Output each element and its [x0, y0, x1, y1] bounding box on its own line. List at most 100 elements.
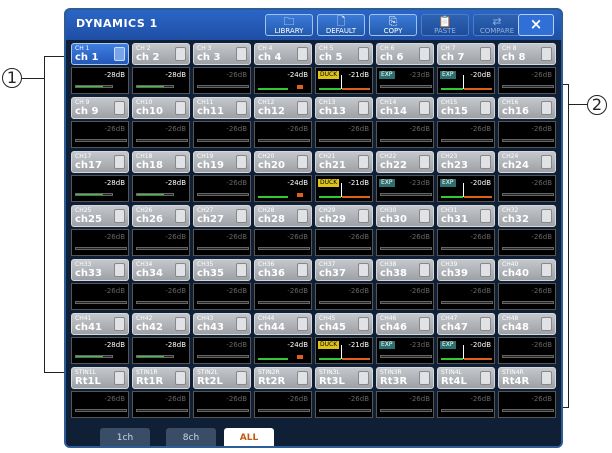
dynamics-meter[interactable]: -26dB — [254, 121, 312, 148]
channel-select-button[interactable]: CH11 ch11 — [193, 97, 251, 119]
dynamics-meter[interactable]: -26dB — [498, 337, 556, 364]
dynamics-meter[interactable]: -26dB — [254, 391, 312, 418]
channel-select-button[interactable]: CH23 ch23 — [437, 151, 495, 173]
dynamics-meter[interactable]: -26dB — [71, 283, 129, 310]
dynamics-meter[interactable]: -26dB — [254, 283, 312, 310]
channel-select-button[interactable]: CH 1 ch 1 — [71, 43, 129, 65]
dynamics-meter[interactable]: -26dB — [437, 229, 495, 256]
dynamics-meter[interactable]: -26dB — [376, 283, 434, 310]
dynamics-meter[interactable]: -26dB — [193, 337, 251, 364]
channel-select-button[interactable]: CH40 ch40 — [498, 259, 556, 281]
channel-select-button[interactable]: CH38 ch38 — [376, 259, 434, 281]
channel-select-button[interactable]: STIN4L Rt4L — [437, 367, 495, 389]
channel-select-button[interactable]: CH28 ch28 — [254, 205, 312, 227]
channel-select-button[interactable]: CH33 ch33 — [71, 259, 129, 281]
dynamics-meter[interactable]: -26dB — [132, 229, 190, 256]
channel-select-button[interactable]: CH34 ch34 — [132, 259, 190, 281]
channel-select-button[interactable]: STIN4R Rt4R — [498, 367, 556, 389]
dynamics-meter[interactable]: -28dB — [132, 337, 190, 364]
dynamics-meter[interactable]: -26dB — [376, 229, 434, 256]
dynamics-meter[interactable]: -26dB — [193, 121, 251, 148]
channel-select-button[interactable]: CH25 ch25 — [71, 205, 129, 227]
channel-select-button[interactable]: CH 7 ch 7 — [437, 43, 495, 65]
channel-select-button[interactable]: CH16 ch16 — [498, 97, 556, 119]
channel-select-button[interactable]: CH 5 ch 5 — [315, 43, 373, 65]
dynamics-meter[interactable]: -26dB — [498, 391, 556, 418]
dynamics-meter[interactable]: -26dB — [498, 121, 556, 148]
channel-select-button[interactable]: CH35 ch35 — [193, 259, 251, 281]
channel-select-button[interactable]: STIN1R Rt1R — [132, 367, 190, 389]
channel-select-button[interactable]: CH31 ch31 — [437, 205, 495, 227]
channel-select-button[interactable]: CH42 ch42 — [132, 313, 190, 335]
channel-select-button[interactable]: CH13 ch13 — [315, 97, 373, 119]
compare-button[interactable]: ⇄ COMPARE — [473, 14, 521, 36]
channel-select-button[interactable]: STIN1L Rt1L — [71, 367, 129, 389]
dynamics-meter[interactable]: EXP -23dB — [376, 67, 434, 94]
channel-select-button[interactable]: CH48 ch48 — [498, 313, 556, 335]
copy-button[interactable]: ⎘ COPY — [369, 14, 417, 36]
dynamics-meter[interactable]: -26dB — [132, 121, 190, 148]
channel-select-button[interactable]: STIN3R Rt3R — [376, 367, 434, 389]
dynamics-meter[interactable]: DUCK -21dB — [315, 67, 373, 94]
dynamics-meter[interactable]: -26dB — [315, 229, 373, 256]
channel-select-button[interactable]: CH12 ch12 — [254, 97, 312, 119]
channel-select-button[interactable]: CH30 ch30 — [376, 205, 434, 227]
channel-select-button[interactable]: CH26 ch26 — [132, 205, 190, 227]
channel-select-button[interactable]: CH 9 ch 9 — [71, 97, 129, 119]
dynamics-meter[interactable]: -26dB — [71, 391, 129, 418]
dynamics-meter[interactable]: -26dB — [376, 391, 434, 418]
channel-select-button[interactable]: CH18 ch18 — [132, 151, 190, 173]
dynamics-meter[interactable]: EXP -20dB — [437, 175, 495, 202]
channel-select-button[interactable]: STIN3L Rt3L — [315, 367, 373, 389]
dynamics-meter[interactable]: -28dB — [71, 175, 129, 202]
dynamics-meter[interactable]: -28dB — [71, 67, 129, 94]
channel-select-button[interactable]: CH45 ch45 — [315, 313, 373, 335]
channel-select-button[interactable]: CH14 ch14 — [376, 97, 434, 119]
channel-select-button[interactable]: CH36 ch36 — [254, 259, 312, 281]
dynamics-meter[interactable]: -26dB — [193, 175, 251, 202]
tab-8ch[interactable]: 8ch — [166, 428, 216, 446]
dynamics-meter[interactable]: -26dB — [193, 391, 251, 418]
dynamics-meter[interactable]: -26dB — [437, 121, 495, 148]
channel-select-button[interactable]: CH32 ch32 — [498, 205, 556, 227]
dynamics-meter[interactable]: -26dB — [376, 121, 434, 148]
channel-select-button[interactable]: CH21 ch21 — [315, 151, 373, 173]
dynamics-meter[interactable]: -26dB — [498, 67, 556, 94]
channel-select-button[interactable]: CH41 ch41 — [71, 313, 129, 335]
dynamics-meter[interactable]: -26dB — [193, 229, 251, 256]
default-button[interactable]: 🗋 DEFAULT — [317, 14, 365, 36]
channel-select-button[interactable]: CH17 ch17 — [71, 151, 129, 173]
channel-select-button[interactable]: CH19 ch19 — [193, 151, 251, 173]
dynamics-meter[interactable]: -26dB — [193, 283, 251, 310]
channel-select-button[interactable]: CH 3 ch 3 — [193, 43, 251, 65]
channel-select-button[interactable]: CH29 ch29 — [315, 205, 373, 227]
dynamics-meter[interactable]: -26dB — [498, 283, 556, 310]
channel-select-button[interactable]: CH 4 ch 4 — [254, 43, 312, 65]
dynamics-meter[interactable]: -28dB — [71, 337, 129, 364]
dynamics-meter[interactable]: -24dB — [254, 337, 312, 364]
dynamics-meter[interactable]: -26dB — [315, 283, 373, 310]
dynamics-meter[interactable]: -26dB — [71, 229, 129, 256]
channel-select-button[interactable]: CH20 ch20 — [254, 151, 312, 173]
dynamics-meter[interactable]: -26dB — [132, 391, 190, 418]
dynamics-meter[interactable]: -24dB — [254, 67, 312, 94]
dynamics-meter[interactable]: -26dB — [71, 121, 129, 148]
channel-select-button[interactable]: CH22 ch22 — [376, 151, 434, 173]
dynamics-meter[interactable]: -26dB — [315, 391, 373, 418]
library-button[interactable]: 🗀 LIBRARY — [265, 14, 313, 36]
channel-select-button[interactable]: CH10 ch10 — [132, 97, 190, 119]
channel-select-button[interactable]: CH43 ch43 — [193, 313, 251, 335]
dynamics-meter[interactable]: -26dB — [193, 67, 251, 94]
channel-select-button[interactable]: STIN2L Rt2L — [193, 367, 251, 389]
dynamics-meter[interactable]: -26dB — [498, 175, 556, 202]
channel-select-button[interactable]: CH24 ch24 — [498, 151, 556, 173]
dynamics-meter[interactable]: DUCK -21dB — [315, 337, 373, 364]
paste-button[interactable]: 📋 PASTE — [421, 14, 469, 36]
dynamics-meter[interactable]: -26dB — [498, 229, 556, 256]
dynamics-meter[interactable]: -26dB — [132, 283, 190, 310]
dynamics-meter[interactable]: -28dB — [132, 175, 190, 202]
dynamics-meter[interactable]: -26dB — [254, 229, 312, 256]
channel-select-button[interactable]: CH 8 ch 8 — [498, 43, 556, 65]
dynamics-meter[interactable]: EXP -20dB — [437, 67, 495, 94]
channel-select-button[interactable]: STIN2R Rt2R — [254, 367, 312, 389]
